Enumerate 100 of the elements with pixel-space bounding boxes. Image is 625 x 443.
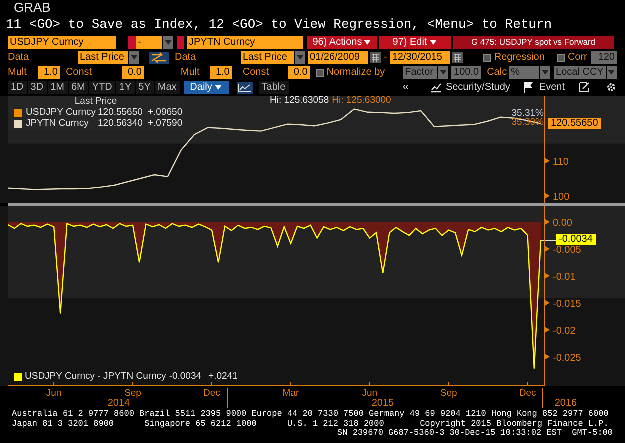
input-field[interactable]: 12/30/2015 [390, 51, 450, 64]
option-label: Normalize by [326, 66, 386, 79]
option-label: Regression [494, 51, 545, 64]
caret-icon [130, 55, 138, 60]
field-label: Const [242, 66, 270, 79]
period-button[interactable]: 6M [68, 81, 88, 94]
input-field[interactable]: 1.0 [210, 66, 232, 79]
axis-label: -0.01 [553, 272, 576, 284]
footer-line: SN 239670 G687-5360-3 30-Dec-15 10:33:02 EST GMT-5:00 [336, 429, 613, 438]
field-label: Mult [8, 66, 28, 79]
dropdown-button[interactable] [606, 66, 617, 79]
input-field[interactable]: 1.0 [38, 66, 60, 79]
legend-title: Last Price [74, 96, 118, 107]
dropdown-button[interactable] [540, 66, 550, 79]
period-button[interactable]: 1Y [116, 81, 135, 94]
month-label: Dec [519, 388, 536, 398]
dropdown-button[interactable] [438, 66, 448, 79]
period-button[interactable]: 3D [28, 81, 47, 94]
option-label: Corr [568, 51, 588, 64]
axis-label: 100 [553, 192, 570, 203]
leader-line [540, 240, 556, 241]
input-field[interactable]: 0.0 [288, 66, 310, 79]
command-line: 11 <GO> to Save as Index, 12 <GO> to View Regression, <Menu> to Return [5, 16, 554, 34]
period-button[interactable]: 5Y [136, 81, 154, 94]
caret-icon [164, 40, 172, 45]
input-field[interactable]: 120 [591, 51, 617, 64]
legend-value: 120.55650 [98, 107, 144, 118]
input-field[interactable]: Last Price [78, 51, 128, 64]
screen-title: GRAB [13, 0, 52, 16]
collapse-button[interactable]: « [400, 81, 412, 94]
flag-icon[interactable] [524, 82, 534, 93]
footer-line: Japan 81 3 3201 8900 Singapore 65 6212 1000 U.S. 1 212 318 2000 Copyright 2015 Bloomberg Finance L.P. [12, 420, 610, 429]
checkbox[interactable] [316, 68, 324, 76]
swap-icon[interactable] [149, 52, 169, 64]
settings-icon[interactable] [606, 82, 617, 93]
caret-icon [440, 70, 447, 75]
actions-button[interactable]: 96) Actions [307, 36, 377, 49]
table-button[interactable]: Table [258, 81, 289, 94]
last-value-label: -0.0034 [556, 234, 596, 246]
legend-change: +.0241 [208, 371, 238, 382]
month-label: Mar [282, 388, 300, 398]
field-label: Data [175, 51, 198, 64]
period-button[interactable]: 1D [8, 81, 27, 94]
input-field[interactable]: Factor [403, 66, 438, 79]
event-button[interactable]: Event [539, 81, 565, 94]
caret-icon [364, 40, 372, 45]
dropdown-button[interactable] [129, 51, 139, 64]
calendar-icon[interactable] [452, 52, 464, 63]
date-separator: - [384, 51, 388, 65]
caret-icon [608, 70, 616, 75]
input-field[interactable]: 01/26/2009 [308, 51, 368, 64]
edit-button[interactable]: 97) Edit [379, 36, 451, 49]
year-label: 2015 [372, 398, 394, 410]
high-label: Hi: 125.63000 [332, 95, 392, 106]
frequency-dropdown[interactable]: Daily [184, 81, 229, 94]
high-label: Hi: 125.63058 [270, 95, 330, 106]
input-field[interactable]: JPYTN Curncy [187, 36, 303, 49]
input-field[interactable]: % [509, 66, 540, 79]
axis-label: -0.015 [553, 299, 582, 310]
field-label: Data [8, 51, 30, 64]
period-button[interactable]: Max [154, 81, 180, 94]
field-label: Const [66, 66, 94, 79]
input-field[interactable]: 100.0 [451, 66, 482, 79]
month-label: Sep [124, 388, 142, 398]
percent-label: 35.31% [512, 109, 544, 118]
checkbox[interactable] [483, 54, 492, 62]
month-label: Sep [440, 388, 458, 398]
input-field[interactable]: Local CCY [554, 66, 606, 79]
legend-name: USDJPY Curncy [26, 107, 94, 118]
chart-title: G 475: USDJPY spot vs Forward [453, 36, 614, 49]
period-button[interactable]: 1M [48, 81, 68, 94]
chart-icon[interactable] [430, 82, 442, 93]
caret-icon [542, 70, 549, 75]
month-label: Jun [46, 388, 62, 398]
legend-name: JPYTN Curncy [26, 118, 90, 129]
line-chart-icon[interactable] [236, 82, 253, 94]
input-field[interactable]: 0.0 [122, 66, 144, 79]
period-button[interactable]: YTD [89, 81, 116, 94]
legend-name: USDJPY Curncy - JPYTN Curncy [25, 371, 166, 382]
year-label: 2016 [554, 398, 578, 410]
axis-label: 110 [553, 157, 569, 168]
security-study-button[interactable]: Security/Study [446, 81, 510, 94]
axis-label: -0.005 [553, 245, 582, 256]
caret-icon [296, 55, 304, 60]
input-field[interactable]: USDJPY Curncy [8, 36, 116, 49]
axis-label: -0.025 [553, 352, 582, 364]
field-label: Mult [180, 66, 201, 79]
checkbox[interactable] [556, 54, 565, 62]
dropdown-button[interactable] [295, 51, 305, 64]
axis-label: 0.00 [553, 218, 572, 230]
axis-label: -0.02 [553, 326, 576, 337]
month-label: Jun [362, 388, 378, 398]
caret-icon [215, 85, 222, 90]
legend-value: -0.0034 [169, 371, 202, 382]
input-field[interactable]: - [136, 36, 162, 49]
year-label: 2014 [108, 398, 130, 410]
footer-line: Australia 61 2 9777 8600 Brazil 5511 2395 9000 Europe 44 20 7330 7500 Germany 49 69 9204 1210 Hong Kong 852 2977 6000 [12, 410, 610, 420]
input-field[interactable]: Last Price [241, 51, 294, 64]
field-label: Calc [487, 66, 508, 79]
edit-icon[interactable] [579, 82, 590, 93]
